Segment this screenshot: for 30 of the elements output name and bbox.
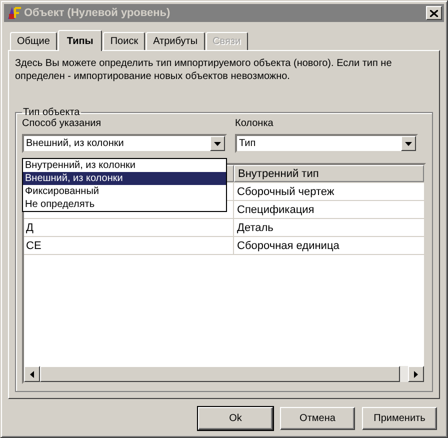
scroll-left-icon[interactable]	[24, 366, 40, 382]
dropdown-option[interactable]: Не определять	[23, 198, 226, 211]
app-icon	[6, 5, 22, 21]
scroll-right-icon[interactable]	[408, 366, 424, 382]
window-title: Объект (Нулевой уровень)	[24, 7, 172, 19]
column-dropdown[interactable]: Тип	[235, 134, 418, 153]
tab[interactable]: Общие	[10, 32, 57, 50]
table-cell: Д	[26, 222, 34, 234]
dialog-button[interactable]: Отмена	[280, 407, 355, 430]
tab[interactable]: Атрибуты	[146, 32, 205, 50]
close-icon[interactable]	[430, 10, 438, 16]
column-header[interactable]: Внутренний тип	[234, 165, 424, 182]
field-label: Колонка	[235, 118, 274, 129]
field-label: Способ указания	[22, 118, 102, 129]
dropdown-option[interactable]: Внешний, из колонки	[23, 172, 226, 185]
table-cell: СЕ	[26, 240, 42, 252]
dropdown-option[interactable]: Фиксированный	[23, 185, 226, 198]
dialog-button[interactable]: Ok	[198, 407, 273, 430]
table-cell: Сборочная единица	[237, 240, 340, 252]
table-cell: Спецификация	[237, 204, 314, 216]
description-text: Здесь Вы можете определить тип импортируемого объекта (нового). Если тип не определен - импортирование новых объектов невозможно.	[15, 57, 393, 83]
close-button[interactable]	[426, 6, 442, 20]
dropdown-option[interactable]: Внутренний, из колонки	[23, 159, 226, 172]
dialog-button[interactable]: Применить	[362, 407, 437, 430]
group-title: Тип объекта	[22, 107, 81, 118]
method-dropdown[interactable]: Внешний, из колонки	[22, 134, 227, 153]
table-cell: Сборочный чертеж	[237, 186, 334, 198]
tab[interactable]: Типы	[58, 30, 102, 51]
table-cell: Деталь	[237, 222, 274, 234]
tab[interactable]: Поиск	[103, 32, 146, 50]
